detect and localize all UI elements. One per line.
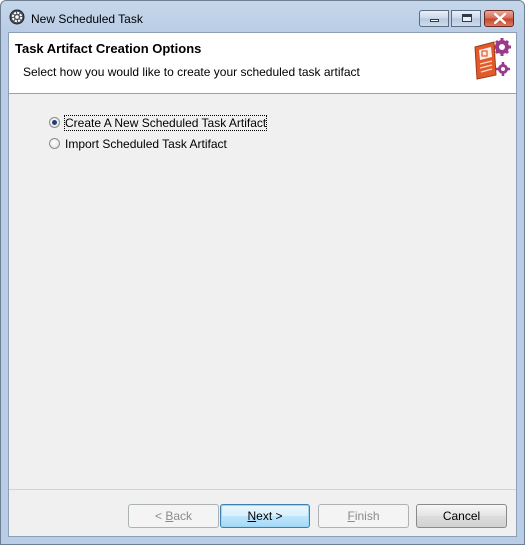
- maximize-button[interactable]: [451, 10, 481, 27]
- radio-create-new[interactable]: [49, 117, 60, 128]
- radio-import[interactable]: [49, 138, 60, 149]
- back-button[interactable]: < Back: [128, 504, 219, 528]
- dialog-window: New Scheduled Task Task Artifact Creatio…: [0, 0, 525, 545]
- finish-button[interactable]: Finish: [318, 504, 409, 528]
- app-gear-icon: [9, 9, 25, 25]
- finish-mnemonic: F: [347, 509, 355, 523]
- next-button[interactable]: Next >: [220, 504, 310, 528]
- window-title: New Scheduled Task: [31, 12, 143, 26]
- wizard-banner: Task Artifact Creation Options Select ho…: [9, 33, 516, 94]
- footer-separator: [9, 489, 516, 490]
- minimize-button[interactable]: [419, 10, 449, 27]
- page-description: Select how you would like to create your…: [23, 65, 360, 79]
- minimize-icon: [430, 19, 439, 22]
- next-mnemonic: N: [247, 509, 257, 523]
- cancel-button[interactable]: Cancel: [416, 504, 507, 528]
- back-prefix: <: [154, 509, 166, 523]
- close-icon: [493, 12, 507, 27]
- dialog-body: Task Artifact Creation Options Select ho…: [8, 32, 517, 537]
- page-title: Task Artifact Creation Options: [15, 41, 202, 56]
- next-rest: ext >: [256, 509, 283, 523]
- maximize-icon: [462, 14, 472, 22]
- option-import-label[interactable]: Import Scheduled Task Artifact: [65, 137, 227, 151]
- title-bar[interactable]: New Scheduled Task: [1, 1, 524, 32]
- wizard-gear-icon: [470, 37, 512, 81]
- option-create-new-label[interactable]: Create A New Scheduled Task Artifact: [63, 115, 268, 131]
- finish-rest: inish: [354, 509, 380, 523]
- close-button[interactable]: [484, 10, 514, 27]
- back-rest: ack: [173, 509, 193, 523]
